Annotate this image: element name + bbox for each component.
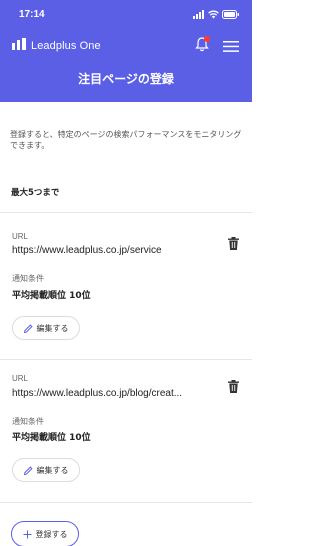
divider — [0, 212, 252, 213]
pencil-icon — [23, 323, 33, 333]
register-button[interactable]: 登録する — [11, 521, 79, 546]
url-label: URL — [12, 374, 29, 383]
menu-icon[interactable] — [223, 41, 239, 52]
page-url: https://www.leadplus.co.jp/blog/creat... — [12, 388, 183, 399]
page-url: https://www.leadplus.co.jp/service — [12, 245, 162, 256]
app-header: Leadplus One 注目ページの登録 — [0, 28, 252, 102]
limit-note: 最大5つまで — [11, 188, 60, 198]
status-icons — [193, 9, 240, 19]
register-button-label: 登録する — [35, 529, 68, 539]
pencil-icon — [23, 465, 33, 475]
trash-icon[interactable] — [228, 237, 239, 250]
trash-icon[interactable] — [228, 380, 239, 393]
page-title: 注目ページの登録 — [78, 72, 174, 86]
wifi-icon — [208, 10, 219, 18]
condition-label: 通知条件 — [12, 274, 44, 283]
notification-badge — [204, 36, 210, 42]
divider — [0, 359, 252, 360]
edit-button[interactable]: 編集する — [12, 316, 80, 340]
condition-value: 平均掲載順位 10位 — [12, 291, 91, 301]
battery-icon — [222, 9, 239, 19]
plus-icon — [23, 530, 31, 538]
condition-label: 通知条件 — [12, 417, 44, 426]
status-bar: 17:14 — [0, 0, 252, 28]
divider — [0, 502, 252, 503]
brand-name: Leadplus One — [31, 40, 101, 52]
status-time: 17:14 — [19, 9, 45, 20]
logo-icon — [12, 38, 26, 50]
condition-value: 平均掲載順位 10位 — [12, 433, 91, 443]
edit-button-label: 編集する — [36, 465, 69, 475]
signal-icon — [193, 9, 204, 19]
page-description: 登録すると、特定のページの検索パフォーマンスをモニタリングできます。 — [10, 130, 242, 150]
url-label: URL — [12, 232, 29, 241]
edit-button-label: 編集する — [36, 323, 69, 333]
edit-button[interactable]: 編集する — [12, 458, 80, 482]
